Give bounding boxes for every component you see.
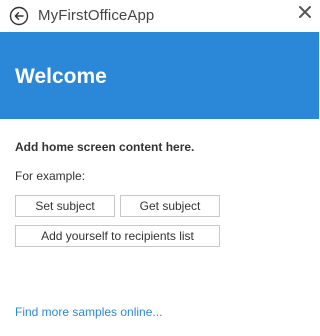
content-heading: Add home screen content here. <box>15 140 195 154</box>
title-bar: MyFirstOfficeApp <box>0 0 319 32</box>
get-subject-button[interactable]: Get subject <box>120 195 220 217</box>
back-arrow-circle-icon[interactable] <box>9 6 29 26</box>
find-samples-link[interactable]: Find more samples online... <box>15 305 162 319</box>
add-recipient-button[interactable]: Add yourself to recipients list <box>15 225 220 247</box>
banner-title: Welcome <box>15 65 107 88</box>
example-label: For example: <box>15 169 86 183</box>
app-title: MyFirstOfficeApp <box>38 7 155 24</box>
set-subject-button[interactable]: Set subject <box>15 195 115 217</box>
close-icon[interactable] <box>298 5 312 19</box>
welcome-banner: Welcome <box>0 32 319 119</box>
